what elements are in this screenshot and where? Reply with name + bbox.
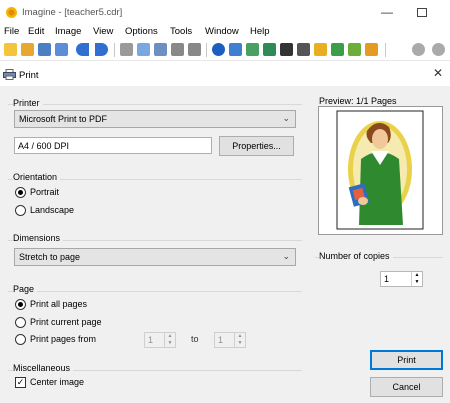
cut-icon[interactable]: [120, 43, 133, 56]
page-to-value: 1: [218, 335, 224, 345]
print-all-pages-radio[interactable]: [15, 299, 26, 310]
center-image-label: Center image: [30, 377, 85, 387]
maximize-button[interactable]: [408, 2, 438, 22]
cancel-button[interactable]: Cancel: [370, 377, 443, 397]
menu-tools[interactable]: Tools: [170, 26, 192, 37]
black-white-icon[interactable]: [280, 43, 293, 56]
maximize-icon: [417, 8, 427, 17]
menu-edit[interactable]: Edit: [28, 26, 44, 37]
teacher-image: [336, 110, 424, 230]
minimize-button[interactable]: —: [372, 2, 402, 22]
menu-window[interactable]: Window: [205, 26, 239, 37]
spinner-arrows-icon[interactable]: ▲ ▼: [411, 272, 422, 286]
copies-spinner[interactable]: 1 ▲ ▼: [380, 271, 423, 287]
menu-file[interactable]: File: [4, 26, 19, 37]
print-current-page-label: Print current page: [30, 317, 102, 327]
dimensions-select-value: Stretch to page: [19, 252, 81, 262]
center-image-checkbox[interactable]: ✓: [15, 377, 26, 388]
menu-options[interactable]: Options: [125, 26, 158, 37]
menu-help[interactable]: Help: [250, 26, 270, 37]
printer-group: [8, 104, 302, 105]
print-all-pages-label: Print all pages: [30, 299, 88, 309]
menu-view[interactable]: View: [93, 26, 113, 37]
redo-icon[interactable]: [188, 43, 201, 56]
info-icon[interactable]: [212, 43, 225, 56]
printer-info-field: A4 / 600 DPI: [14, 137, 212, 154]
toolbar: [0, 40, 450, 61]
page-group: [8, 291, 302, 292]
flip-icon[interactable]: [348, 43, 361, 56]
landscape-radio[interactable]: [15, 205, 26, 216]
printer-icon: [3, 69, 16, 80]
effects-icon[interactable]: [314, 43, 327, 56]
spinner-arrows-icon[interactable]: ▲ ▼: [164, 333, 175, 347]
new-icon[interactable]: [4, 43, 17, 56]
save-as-icon[interactable]: [55, 43, 68, 56]
open-folder-icon[interactable]: [21, 43, 34, 56]
spinner-arrows-icon[interactable]: ▲ ▼: [234, 333, 245, 347]
print-current-page-radio[interactable]: [15, 317, 26, 328]
landscape-label: Landscape: [30, 205, 75, 215]
page-to-label: to: [191, 334, 199, 344]
close-icon[interactable]: ✕: [433, 66, 443, 80]
properties-icon[interactable]: [229, 43, 242, 56]
undo-icon[interactable]: [171, 43, 184, 56]
printer-group-label: Printer: [13, 98, 43, 108]
menu-image[interactable]: Image: [55, 26, 81, 37]
dimensions-select[interactable]: Stretch to page ⌄: [14, 248, 296, 266]
copy-icon[interactable]: [137, 43, 150, 56]
printer-select[interactable]: Microsoft Print to PDF ⌄: [14, 110, 296, 128]
resize-icon[interactable]: [246, 43, 259, 56]
page-from-value: 1: [148, 335, 154, 345]
zoom-out-icon[interactable]: [432, 43, 445, 56]
chevron-down-icon: ⌄: [282, 113, 290, 123]
rotate-icon[interactable]: [331, 43, 344, 56]
print-button[interactable]: Print: [370, 350, 443, 370]
printer-info-text: A4 / 600 DPI: [18, 141, 70, 151]
toolbar-separator: [114, 43, 115, 57]
preview-label: Preview: 1/1 Pages: [319, 96, 400, 106]
dialog-title: Print: [19, 70, 39, 81]
page-group-label: Page: [13, 284, 38, 294]
portrait-radio[interactable]: [15, 187, 26, 198]
orientation-group-label: Orientation: [13, 172, 61, 182]
page-from-spinner[interactable]: 1 ▲ ▼: [144, 332, 176, 348]
copies-label: Number of copies: [319, 251, 393, 261]
chevron-down-icon: ⌄: [282, 251, 290, 261]
toolbar-separator: [385, 43, 386, 57]
dialog-title-bar: [0, 65, 450, 85]
save-icon[interactable]: [38, 43, 51, 56]
print-pages-range-label: Print pages from: [30, 334, 97, 344]
zoom-in-icon[interactable]: [412, 43, 425, 56]
paste-icon[interactable]: [154, 43, 167, 56]
previous-arrow-icon[interactable]: [76, 43, 89, 56]
printer-select-value: Microsoft Print to PDF: [19, 114, 108, 124]
magic-wand-icon[interactable]: [365, 43, 378, 56]
dimensions-group-label: Dimensions: [13, 233, 64, 243]
print-preview: [318, 106, 443, 235]
portrait-label: Portrait: [30, 187, 60, 197]
window-title: Imagine - [teacher5.cdr]: [22, 7, 123, 18]
app-sun-icon: [6, 7, 17, 18]
next-arrow-icon[interactable]: [95, 43, 108, 56]
print-icon[interactable]: [263, 43, 276, 56]
print-pages-range-radio[interactable]: [15, 334, 26, 345]
misc-group-label: Miscellaneous: [13, 363, 74, 373]
toolbar-separator: [206, 43, 207, 57]
grayscale-icon[interactable]: [297, 43, 310, 56]
properties-button[interactable]: Properties...: [219, 136, 294, 156]
page-to-spinner[interactable]: 1 ▲ ▼: [214, 332, 246, 348]
menu-bar: File Edit Image View Options Tools Windo…: [0, 25, 450, 40]
copies-value: 1: [384, 274, 390, 284]
